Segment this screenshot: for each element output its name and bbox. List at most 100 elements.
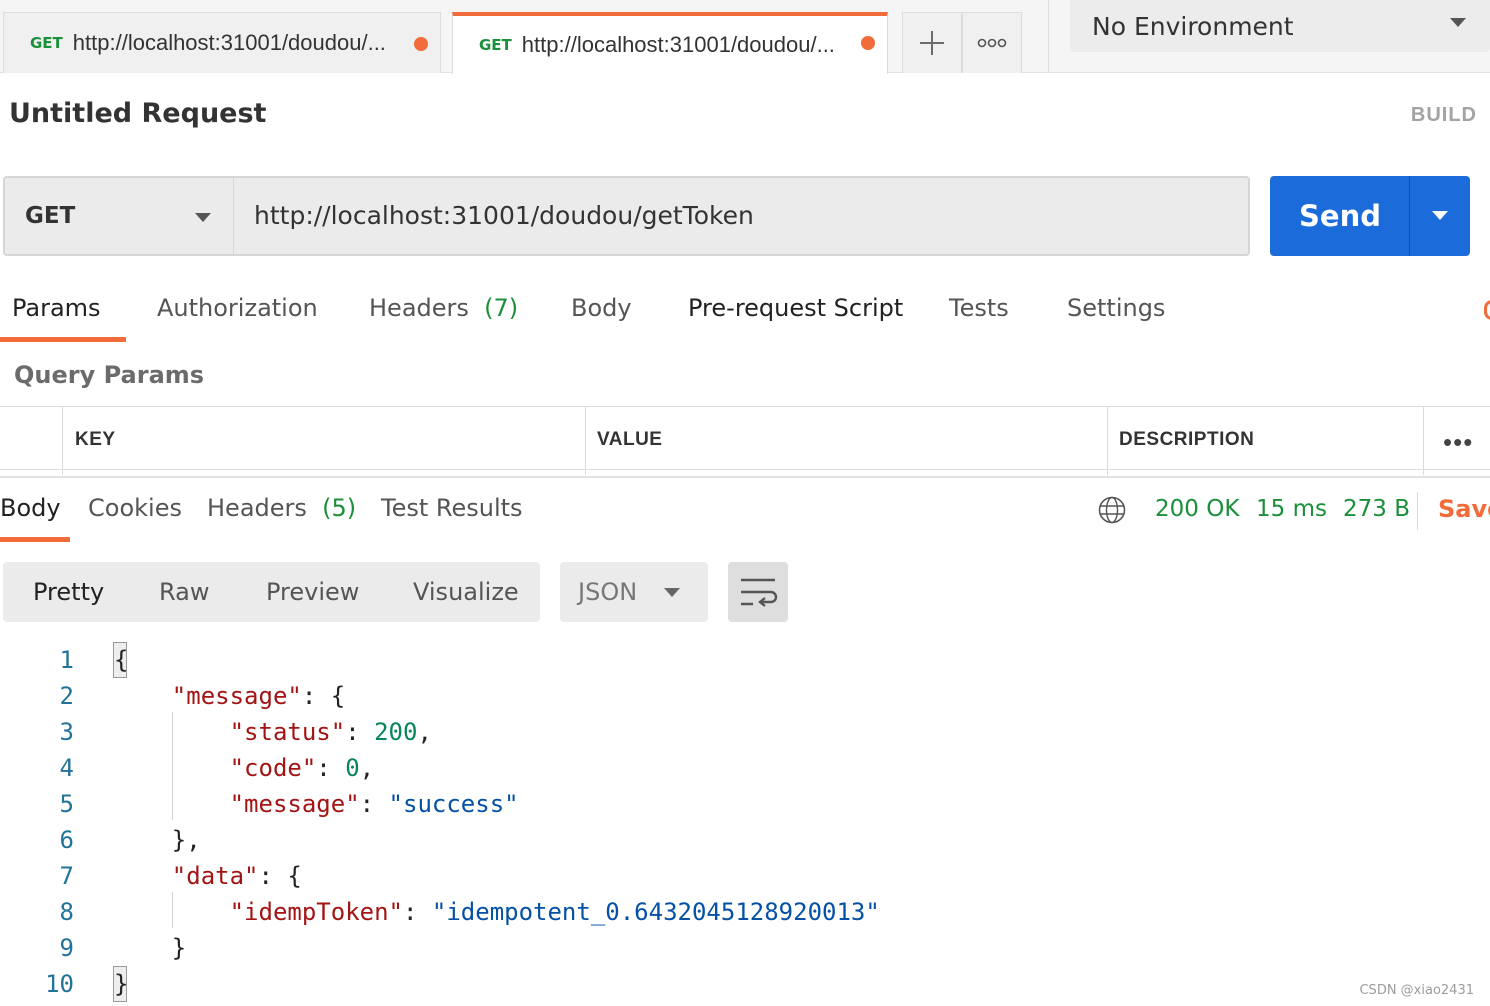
value-column: VALUE (585, 407, 1107, 475)
method-select[interactable]: GET (3, 176, 234, 256)
query-params-table: KEY VALUE DESCRIPTION ••• (0, 406, 1490, 475)
tab-tests[interactable]: Tests (949, 294, 1009, 322)
tab-options-button[interactable] (962, 12, 1022, 73)
headers-count: (7) (484, 294, 519, 322)
json-string: "success" (388, 790, 519, 818)
watermark: CSDN @xiao2431 (1359, 983, 1474, 998)
format-pretty[interactable]: Pretty (33, 578, 104, 606)
active-response-tab-indicator (0, 537, 70, 542)
code-line: { (114, 646, 129, 674)
line-number: 3 (59, 718, 74, 746)
format-visualize[interactable]: Visualize (413, 578, 519, 606)
wrap-lines-button[interactable] (728, 562, 788, 622)
response-tab-body[interactable]: Body (0, 494, 61, 522)
request-title[interactable]: Untitled Request (9, 98, 266, 129)
line-number: 1 (59, 646, 74, 674)
tab-params[interactable]: Params (12, 294, 101, 322)
url-input[interactable]: http://localhost:31001/doudou/getToken (234, 176, 1250, 256)
response-tab-test-results[interactable]: Test Results (381, 494, 523, 522)
new-tab-button[interactable] (902, 12, 962, 73)
language-label: JSON (578, 578, 638, 606)
pane-resize-handle[interactable] (0, 476, 1490, 478)
json-number: 0 (345, 754, 360, 782)
unsaved-dot-icon (861, 36, 875, 50)
line-number: 10 (45, 970, 74, 998)
send-button[interactable]: Send (1270, 176, 1410, 256)
tab-url: http://localhost:31001/doudou/... (72, 30, 386, 55)
json-key: "data" (171, 862, 259, 890)
code-line: "message": { (171, 682, 346, 710)
build-mode-label[interactable]: BUILD (1411, 104, 1477, 127)
tab-method: GET (479, 36, 512, 54)
tab-pre-request-script[interactable]: Pre-request Script (688, 294, 903, 322)
json-key: "message" (171, 682, 302, 710)
column-header-description: DESCRIPTION (1119, 429, 1255, 450)
more-horizontal-icon (977, 38, 1007, 48)
chevron-down-icon (664, 588, 680, 597)
format-preview[interactable]: Preview (266, 578, 359, 606)
wrap-lines-icon (741, 578, 778, 607)
environment-label: No Environment (1092, 11, 1294, 41)
line-number: 4 (59, 754, 74, 782)
column-header-value: VALUE (597, 429, 663, 450)
globe-icon[interactable] (1098, 496, 1126, 524)
send-options-button[interactable] (1409, 176, 1470, 256)
request-tab-1[interactable]: GET http://localhost:31001/doudou/... (3, 12, 441, 73)
response-tab-headers[interactable]: Headers (5) (207, 494, 356, 522)
status-divider (1417, 492, 1418, 530)
chevron-down-icon (1450, 18, 1466, 27)
format-mode-group: Pretty Raw Preview Visualize (3, 562, 540, 622)
tab-settings[interactable]: Settings (1067, 294, 1165, 322)
tab-authorization[interactable]: Authorization (157, 294, 318, 322)
tab-headers-label: Headers (369, 294, 469, 322)
request-tab-2[interactable]: GET http://localhost:31001/doudou/... (452, 12, 888, 74)
line-number: 6 (59, 826, 74, 854)
json-key: "message" (229, 790, 360, 818)
response-tab-cookies[interactable]: Cookies (88, 494, 182, 522)
chevron-down-icon (195, 213, 211, 222)
code-line: } (114, 934, 187, 962)
response-headers-count: (5) (322, 494, 357, 522)
json-string: "idempotent_0.6432045128920013" (431, 898, 880, 926)
code-line: "idempToken": "idempotent_0.643204512892… (229, 898, 880, 926)
save-response-button[interactable]: Save (1438, 495, 1490, 523)
json-key: "status" (229, 718, 346, 746)
tab-headers[interactable]: Headers (7) (369, 294, 518, 322)
json-key: "code" (229, 754, 317, 782)
json-number: 200 (374, 718, 418, 746)
tab-body[interactable]: Body (571, 294, 632, 322)
response-time[interactable]: 15 ms (1256, 496, 1327, 522)
tab-bar-divider (1048, 0, 1049, 73)
line-number: 7 (59, 862, 74, 890)
code-line: }, (114, 826, 201, 854)
query-params-title: Query Params (14, 361, 205, 389)
chevron-down-icon (1432, 211, 1448, 220)
code-line: "code": 0, (229, 754, 375, 782)
json-key: "idempToken" (229, 898, 403, 926)
code-line: "data": { (171, 862, 302, 890)
tab-url: http://localhost:31001/doudou/... (521, 32, 835, 57)
tab-method: GET (30, 34, 63, 52)
tab-bar: GET http://localhost:31001/doudou/... GE… (0, 0, 1490, 74)
cookies-link-icon[interactable] (1484, 300, 1490, 320)
line-number: 9 (59, 934, 74, 962)
response-body-editor[interactable]: 1 2 3 4 5 6 7 8 9 10 { "message": { "sta… (0, 640, 1490, 1006)
language-select[interactable]: JSON (560, 562, 708, 622)
line-number: 5 (59, 790, 74, 818)
line-number: 2 (59, 682, 74, 710)
environment-select[interactable]: No Environment (1070, 0, 1490, 52)
format-raw[interactable]: Raw (159, 578, 209, 606)
code-line: } (114, 970, 129, 998)
response-headers-label: Headers (207, 494, 307, 522)
line-number: 8 (59, 898, 74, 926)
active-tab-indicator (0, 337, 126, 342)
code-line: "status": 200, (229, 718, 432, 746)
table-options-icon[interactable]: ••• (1443, 427, 1473, 458)
response-size[interactable]: 273 B (1343, 496, 1410, 522)
code-line: "message": "success" (229, 790, 519, 818)
column-header-key: KEY (75, 429, 116, 450)
response-status[interactable]: 200 OK (1155, 496, 1239, 522)
description-column: DESCRIPTION (1107, 407, 1423, 475)
method-label: GET (25, 203, 76, 229)
key-column: KEY (62, 407, 585, 475)
